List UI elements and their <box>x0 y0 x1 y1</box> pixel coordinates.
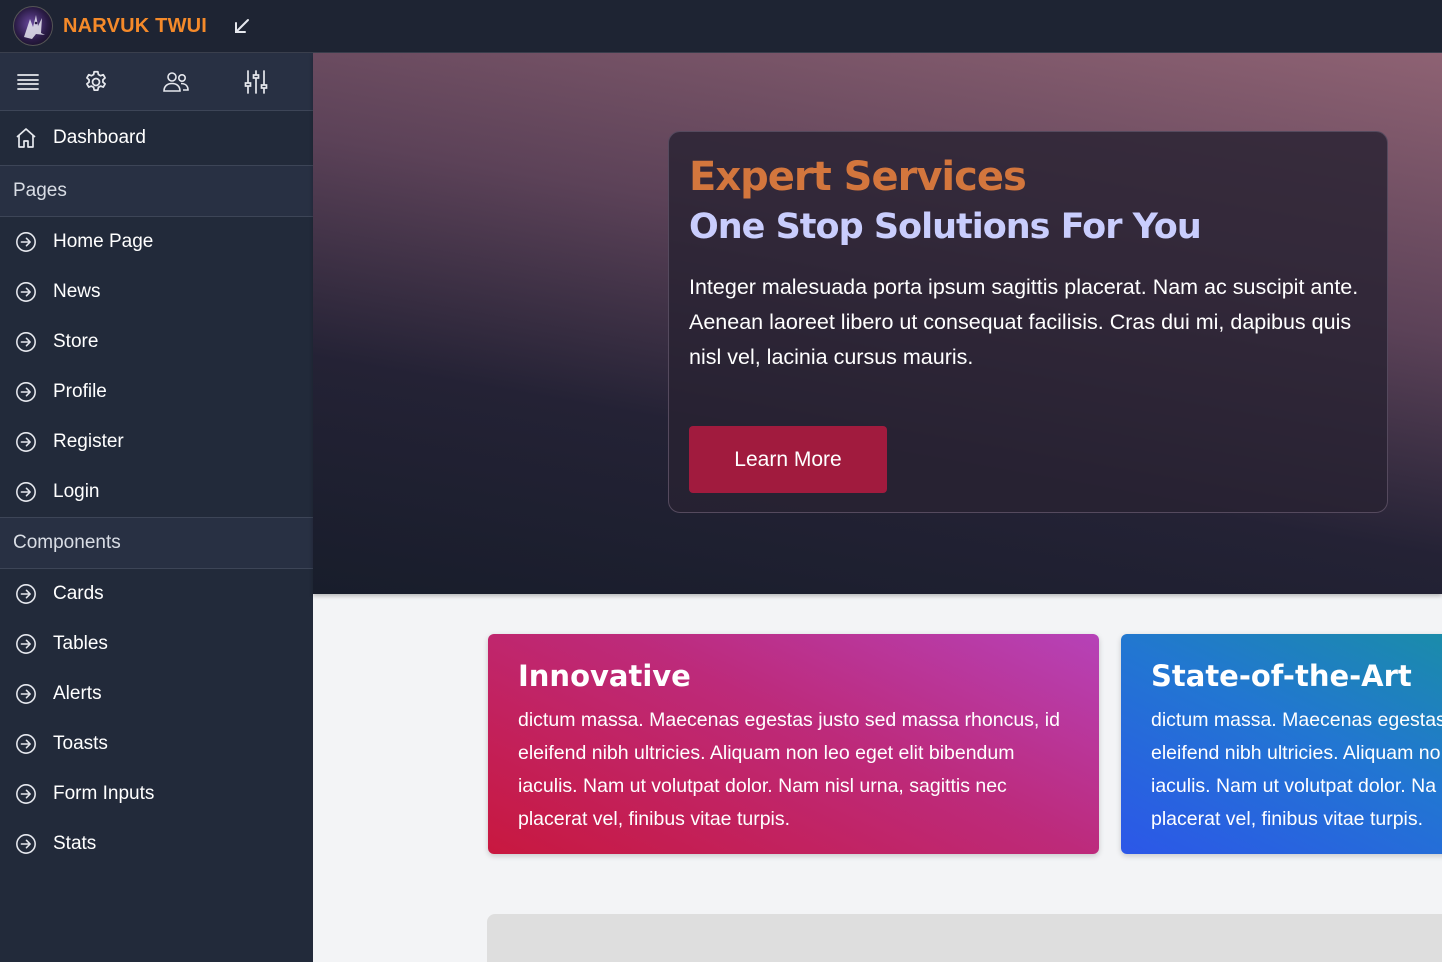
arrow-down-left-icon[interactable] <box>231 15 253 37</box>
users-icon[interactable] <box>136 53 216 111</box>
learn-more-button[interactable]: Learn More <box>689 426 887 493</box>
sidebar-item-label: Alerts <box>53 683 102 704</box>
arrow-right-circle-icon <box>14 582 38 606</box>
arrow-right-circle-icon <box>14 230 38 254</box>
arrow-right-circle-icon <box>14 480 38 504</box>
arrow-right-circle-icon <box>14 280 38 304</box>
feature-text-line: placerat vel, finibus vitae turpis. <box>518 808 791 830</box>
arrow-right-circle-icon <box>14 832 38 856</box>
arrow-right-circle-icon <box>14 632 38 656</box>
arrow-right-circle-icon <box>14 782 38 806</box>
sidebar-item-tables[interactable]: Tables <box>0 619 313 669</box>
feature-card-innovative: Innovative dictum massa. Maecenas egesta… <box>488 634 1099 854</box>
arrow-right-circle-icon <box>14 380 38 404</box>
hero-subtitle: One Stop Solutions For You <box>689 207 1202 247</box>
sidebar-item-label: Register <box>53 431 124 452</box>
feature-text-line: iaculis. Nam ut volutpat dolor. Nam nisl… <box>518 775 1007 797</box>
menu-icon[interactable] <box>0 53 56 111</box>
feature-text-line: dictum massa. Maecenas egestas justo sed… <box>518 709 1060 731</box>
sidebar-item-alerts[interactable]: Alerts <box>0 669 313 719</box>
feature-title: Innovative <box>518 659 691 693</box>
top-bar: NARVUK TWUI <box>0 0 1442 53</box>
brand-name[interactable]: NARVUK TWUI <box>63 15 207 38</box>
sidebar-item-profile[interactable]: Profile <box>0 367 313 417</box>
arrow-right-circle-icon <box>14 330 38 354</box>
sidebar-item-label: Stats <box>53 833 97 854</box>
sidebar-item-stats[interactable]: Stats <box>0 819 313 869</box>
feature-title: State-of-the-Art <box>1151 659 1412 693</box>
sidebar-toolbar <box>0 53 313 111</box>
sidebar-item-cards[interactable]: Cards <box>0 569 313 619</box>
sidebar-section-pages: Pages <box>0 166 313 217</box>
sidebar-item-dashboard[interactable]: Dashboard <box>0 111 313 166</box>
sidebar-item-label: Cards <box>53 583 104 604</box>
sidebar-item-label: Toasts <box>53 733 108 754</box>
hero-card: Expert Services One Stop Solutions For Y… <box>668 131 1388 513</box>
sidebar-item-label: Store <box>53 331 99 352</box>
feature-text-line: eleifend nibh ultricies. Aliquam no <box>1151 742 1441 764</box>
feature-text-line: dictum massa. Maecenas egestas <box>1151 709 1442 731</box>
sidebar-item-label: Login <box>53 481 100 502</box>
hero-title: Expert Services <box>689 154 1027 200</box>
content-panel <box>487 914 1442 962</box>
sidebar-section-components: Components <box>0 518 313 569</box>
logo-avatar[interactable] <box>13 6 53 46</box>
hero-text: Integer malesuada porta ipsum sagittis p… <box>689 275 1359 369</box>
sidebar-item-label: Home Page <box>53 231 154 252</box>
arrow-right-circle-icon <box>14 732 38 756</box>
sidebar-item-label: Profile <box>53 381 107 402</box>
feature-text-line: placerat vel, finibus vitae turpis. <box>1151 808 1424 830</box>
sidebar-item-home-page[interactable]: Home Page <box>0 217 313 267</box>
arrow-right-circle-icon <box>14 430 38 454</box>
hero-banner: Expert Services One Stop Solutions For Y… <box>313 53 1442 594</box>
feature-text-line: iaculis. Nam ut volutpat dolor. Na <box>1151 775 1437 797</box>
feature-text: dictum massa. Maecenas egestas eleifend … <box>1151 704 1442 836</box>
sidebar-item-store[interactable]: Store <box>0 317 313 367</box>
sidebar-components-list: Cards Tables Alerts Toasts Form Inputs S… <box>0 569 313 869</box>
feature-text: dictum massa. Maecenas egestas justo sed… <box>518 704 1069 836</box>
sidebar-item-label: Dashboard <box>53 127 146 148</box>
home-icon <box>14 126 38 150</box>
sidebar-item-register[interactable]: Register <box>0 417 313 467</box>
sidebar-item-news[interactable]: News <box>0 267 313 317</box>
feature-card-state-of-the-art: State-of-the-Art dictum massa. Maecenas … <box>1121 634 1442 854</box>
sliders-icon[interactable] <box>216 53 296 111</box>
sidebar-item-label: News <box>53 281 101 302</box>
sidebar: Dashboard Pages Home Page News Store Pro… <box>0 53 313 962</box>
sidebar-item-label: Form Inputs <box>53 783 155 804</box>
sidebar-pages-list: Home Page News Store Profile Register Lo… <box>0 217 313 518</box>
feature-text-line: eleifend nibh ultricies. Aliquam non leo… <box>518 742 1015 764</box>
sidebar-item-login[interactable]: Login <box>0 467 313 517</box>
sidebar-item-form-inputs[interactable]: Form Inputs <box>0 769 313 819</box>
sidebar-item-label: Tables <box>53 633 108 654</box>
gear-icon[interactable] <box>56 53 136 111</box>
arrow-right-circle-icon <box>14 682 38 706</box>
sidebar-item-toasts[interactable]: Toasts <box>0 719 313 769</box>
